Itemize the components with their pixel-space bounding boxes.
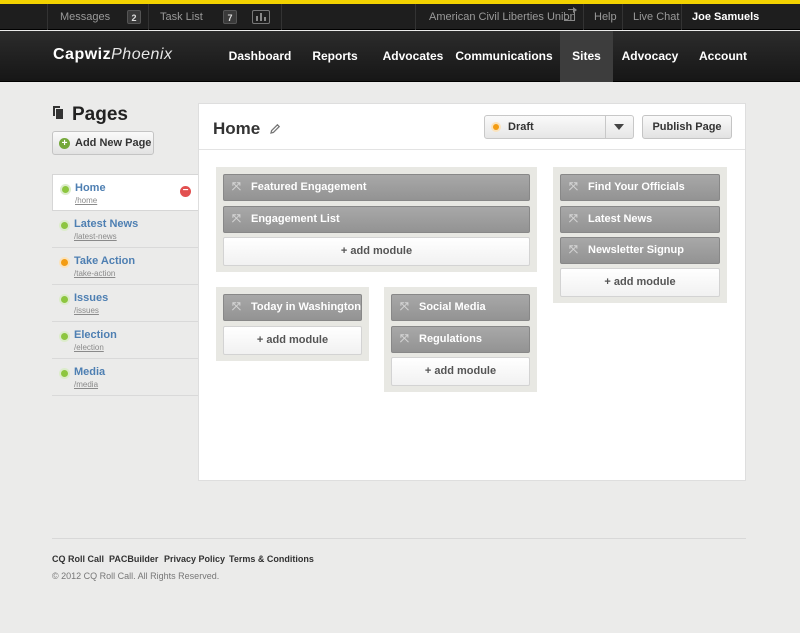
- footer-divider: [52, 538, 746, 539]
- nav-sites[interactable]: Sites: [560, 31, 613, 82]
- add-module-button[interactable]: + add module: [223, 326, 362, 355]
- status-dot-icon: [61, 333, 68, 340]
- add-module-button[interactable]: + add module: [391, 357, 530, 386]
- page-title: Home: [213, 119, 261, 138]
- footer-link-pacbuilder[interactable]: PACBuilder: [109, 554, 158, 564]
- module-block[interactable]: ⤧ Regulations: [391, 326, 530, 353]
- module-block[interactable]: ⤧ Find Your Officials: [560, 174, 720, 201]
- sidebar-title: Pages: [72, 104, 128, 125]
- page-slug[interactable]: /issues: [74, 306, 99, 315]
- status-dot-icon: [61, 296, 68, 303]
- separator: [148, 4, 149, 30]
- nav-advocates[interactable]: Advocates: [373, 31, 453, 82]
- page-slug[interactable]: /media: [74, 380, 98, 389]
- module-zone-bottom-left: ⤧ Today in Washington + add module: [216, 287, 369, 361]
- app-logo[interactable]: CapwizPhoenix: [53, 46, 172, 64]
- module-block[interactable]: ⤧ Newsletter Signup: [560, 237, 720, 264]
- page-name: Latest News: [74, 218, 139, 230]
- page-list: Home /home Latest News /latest-news Take…: [52, 174, 198, 396]
- chevron-down-icon[interactable]: [605, 116, 633, 138]
- page-slug[interactable]: /latest-news: [74, 232, 117, 241]
- drag-handle-icon[interactable]: ⤧: [400, 334, 411, 345]
- separator: [681, 4, 682, 30]
- module-zone-top-left: ⤧ Featured Engagement ⤧ Engagement List + …: [216, 167, 537, 272]
- nav-communications[interactable]: Communications: [455, 31, 553, 82]
- draft-status-icon: [493, 124, 499, 130]
- page-name: Issues: [74, 292, 109, 304]
- edit-pencil-icon[interactable]: [269, 123, 281, 135]
- messages-link[interactable]: Messages: [60, 4, 110, 30]
- nav-account[interactable]: Account: [693, 31, 753, 82]
- footer-link-terms[interactable]: Terms & Conditions: [229, 554, 314, 564]
- drag-handle-icon[interactable]: ⤧: [232, 214, 243, 225]
- status-dot-icon: [62, 186, 69, 193]
- page-slug[interactable]: /home: [75, 196, 97, 205]
- remove-page-icon[interactable]: −: [180, 186, 191, 197]
- module-block[interactable]: ⤧ Latest News: [560, 206, 720, 233]
- drag-handle-icon[interactable]: ⤧: [569, 245, 580, 256]
- page-item-issues[interactable]: Issues /issues: [52, 285, 198, 322]
- page-item-media[interactable]: Media /media: [52, 359, 198, 396]
- page-item-latest-news[interactable]: Latest News /latest-news: [52, 211, 198, 248]
- organization-name[interactable]: American Civil Liberties Union: [429, 4, 576, 30]
- utility-bar: Messages 2 Task List 7 American Civil Li…: [0, 4, 800, 30]
- drag-handle-icon[interactable]: ⤧: [400, 302, 411, 313]
- page-name: Media: [74, 366, 106, 378]
- tasklist-count-badge: 7: [223, 10, 237, 24]
- separator: [622, 4, 623, 30]
- status-dropdown[interactable]: Draft: [484, 115, 634, 139]
- plus-icon: +: [59, 138, 70, 149]
- nav-dashboard[interactable]: Dashboard: [225, 31, 295, 82]
- nav-advocacy[interactable]: Advocacy: [617, 31, 683, 82]
- drag-handle-icon[interactable]: ⤧: [232, 302, 243, 313]
- nav-reports[interactable]: Reports: [305, 31, 365, 82]
- status-dot-icon: [61, 222, 68, 229]
- separator: [583, 4, 584, 30]
- module-zone-bottom-middle: ⤧ Social Media ⤧ Regulations + add module: [384, 287, 537, 392]
- help-link[interactable]: Help: [594, 4, 617, 30]
- tasklist-link[interactable]: Task List: [160, 4, 203, 30]
- divider: [199, 149, 745, 150]
- status-dot-icon: [61, 370, 68, 377]
- module-block[interactable]: ⤧ Today in Washington: [223, 294, 362, 321]
- page-name: Election: [74, 329, 117, 341]
- messages-count-badge: 2: [127, 10, 141, 24]
- drag-handle-icon[interactable]: ⤧: [569, 182, 580, 193]
- user-menu[interactable]: Joe Samuels: [692, 4, 759, 30]
- pages-icon: [52, 105, 64, 121]
- page-slug[interactable]: /election: [74, 343, 104, 352]
- page-item-take-action[interactable]: Take Action /take-action: [52, 248, 198, 285]
- module-block[interactable]: ⤧ Engagement List: [223, 206, 530, 233]
- main-navigation: CapwizPhoenix Dashboard Reports Advocate…: [0, 31, 800, 82]
- page-slug[interactable]: /take-action: [74, 269, 115, 278]
- stats-chart-icon[interactable]: [252, 10, 270, 24]
- drag-handle-icon[interactable]: ⤧: [569, 214, 580, 225]
- status-value: Draft: [508, 121, 534, 133]
- add-module-button[interactable]: + add module: [560, 268, 720, 297]
- page-item-home[interactable]: Home /home: [52, 174, 198, 211]
- live-chat-link[interactable]: Live Chat: [633, 4, 679, 30]
- separator: [281, 4, 282, 30]
- switch-organization-icon[interactable]: [564, 7, 577, 21]
- module-block[interactable]: ⤧ Social Media: [391, 294, 530, 321]
- publish-page-button[interactable]: Publish Page: [642, 115, 732, 139]
- footer-link-cq-roll-call[interactable]: CQ Roll Call: [52, 554, 104, 564]
- separator: [415, 4, 416, 30]
- add-module-button[interactable]: + add module: [223, 237, 530, 266]
- separator: [47, 4, 48, 30]
- footer-link-privacy-policy[interactable]: Privacy Policy: [164, 554, 225, 564]
- page-name: Take Action: [74, 255, 136, 267]
- module-zone-top-right: ⤧ Find Your Officials ⤧ Latest News ⤧ Newsl…: [553, 167, 727, 303]
- drag-handle-icon[interactable]: ⤧: [232, 182, 243, 193]
- copyright-text: © 2012 CQ Roll Call. All Rights Reserved…: [52, 571, 220, 581]
- status-dot-icon: [61, 259, 68, 266]
- page-name: Home: [75, 182, 106, 194]
- module-block[interactable]: ⤧ Featured Engagement: [223, 174, 530, 201]
- page-item-election[interactable]: Election /election: [52, 322, 198, 359]
- add-new-page-button[interactable]: + Add New Page: [52, 131, 154, 155]
